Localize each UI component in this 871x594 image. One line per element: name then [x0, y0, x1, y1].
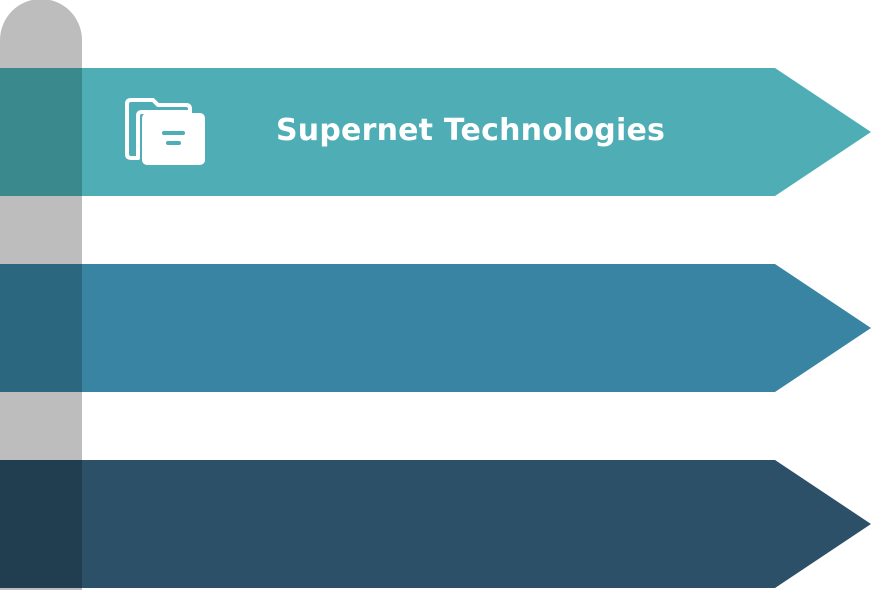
banner-3-pole-overlap: [0, 460, 82, 588]
banner-1-title: Supernet Technologies: [276, 113, 666, 148]
banner-3: [0, 460, 871, 588]
banner-1-pole-overlap: [0, 68, 82, 196]
banner-2: [0, 264, 871, 392]
diagram-canvas: [0, 0, 871, 590]
banner-diagram: Supernet Technologies: [0, 0, 871, 590]
banner-2-pole-overlap: [0, 264, 82, 392]
